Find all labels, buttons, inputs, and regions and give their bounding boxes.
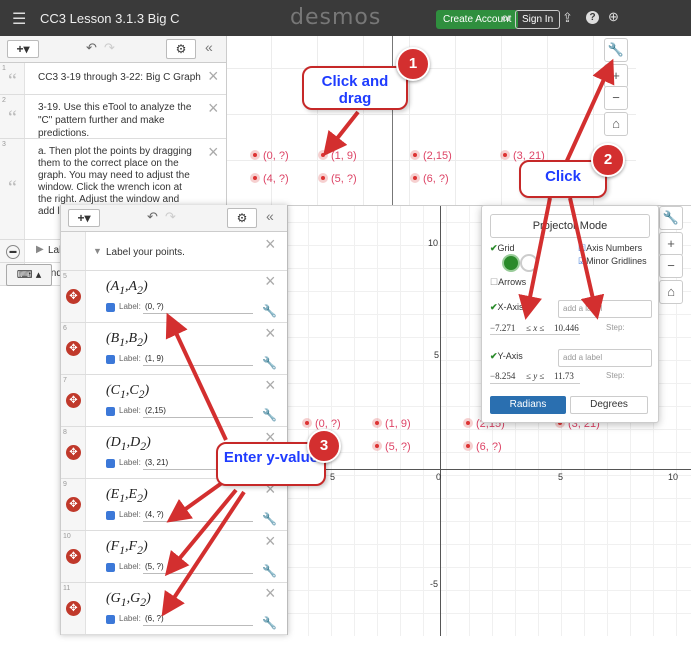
callout-click-and-drag: Click and drag xyxy=(302,66,408,110)
arrow-3a xyxy=(165,312,228,441)
arrow-1 xyxy=(323,110,360,157)
arrow-3c xyxy=(164,488,238,577)
callout-2-badge: 2 xyxy=(591,143,625,177)
callout-3-badge: 3 xyxy=(307,429,341,463)
arrow-2b xyxy=(518,197,552,320)
arrow-3d xyxy=(161,490,246,617)
arrow-2c xyxy=(568,197,605,320)
callout-1-badge: 1 xyxy=(396,47,430,81)
